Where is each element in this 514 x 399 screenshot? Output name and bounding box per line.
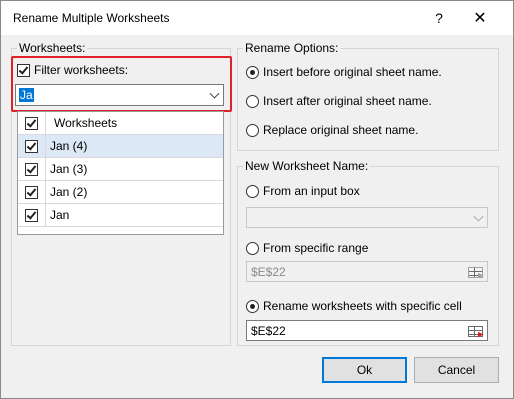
from-input-box-radio[interactable] [246, 184, 259, 198]
list-header[interactable]: Worksheets [18, 112, 223, 135]
replace-radio[interactable] [246, 123, 259, 137]
sheet-name: Jan (4) [50, 139, 88, 153]
chevron-down-icon[interactable] [209, 88, 220, 99]
replace-label: Replace original sheet name. [263, 123, 419, 137]
sheet-checkbox[interactable] [25, 208, 38, 222]
title-bar: Rename Multiple Worksheets ? ✕ [1, 1, 513, 35]
from-range-option[interactable]: From specific range [246, 241, 368, 255]
sheet-name: Jan (2) [50, 185, 88, 199]
ok-button[interactable]: Ok [322, 357, 407, 383]
specific-cell-value[interactable]: $E$22 [251, 324, 286, 338]
list-item[interactable]: Jan (4) [18, 135, 223, 158]
range-field-value: $E$22 [251, 264, 286, 279]
specific-cell-field[interactable]: $E$22 [246, 320, 488, 341]
specific-cell-radio[interactable] [246, 299, 259, 313]
help-button[interactable]: ? [431, 10, 447, 26]
range-select-icon[interactable] [465, 264, 485, 280]
sheet-checkbox[interactable] [25, 185, 38, 199]
chevron-down-icon[interactable] [473, 211, 484, 222]
insert-after-option[interactable]: Insert after original sheet name. [246, 94, 432, 108]
sheet-checkbox[interactable] [25, 139, 38, 153]
from-range-label: From specific range [263, 241, 369, 255]
cancel-button[interactable]: Cancel [414, 357, 499, 383]
list-item[interactable]: Jan (3) [18, 158, 223, 181]
filter-worksheets-option[interactable]: Filter worksheets: [17, 63, 128, 77]
replace-option[interactable]: Replace original sheet name. [246, 123, 418, 137]
rename-worksheets-dialog: Rename Multiple Worksheets ? ✕ Worksheet… [0, 0, 514, 399]
sheet-name: Jan (3) [50, 162, 88, 176]
close-button[interactable]: ✕ [471, 8, 489, 28]
worksheets-list[interactable]: Worksheets Jan (4) Jan (3) Jan (2) Jan [17, 111, 224, 235]
rename-options-group-label: Rename Options: [243, 41, 341, 55]
filter-combobox[interactable]: Ja [15, 84, 224, 106]
worksheets-group-label: Worksheets: [17, 41, 88, 55]
specific-cell-option[interactable]: Rename worksheets with specific cell [246, 299, 462, 313]
range-field[interactable]: $E$22 [246, 261, 488, 282]
filter-input-value[interactable]: Ja [19, 88, 34, 102]
from-range-radio[interactable] [246, 241, 259, 255]
insert-before-option[interactable]: Insert before original sheet name. [246, 65, 442, 79]
from-input-box-label: From an input box [263, 184, 360, 198]
insert-after-label: Insert after original sheet name. [263, 94, 432, 108]
insert-before-label: Insert before original sheet name. [263, 65, 442, 79]
select-all-checkbox[interactable] [25, 116, 38, 130]
from-input-box-option[interactable]: From an input box [246, 184, 360, 198]
sheet-name: Jan [50, 208, 70, 222]
input-box-combobox[interactable] [246, 207, 488, 228]
insert-after-radio[interactable] [246, 94, 259, 108]
sheet-checkbox[interactable] [25, 162, 38, 176]
filter-worksheets-label: Filter worksheets: [34, 63, 129, 77]
dialog-title: Rename Multiple Worksheets [13, 11, 170, 25]
list-item[interactable]: Jan (2) [18, 181, 223, 204]
list-item[interactable]: Jan [18, 204, 223, 227]
filter-worksheets-checkbox[interactable] [17, 63, 30, 77]
new-name-group-label: New Worksheet Name: [243, 159, 371, 173]
insert-before-radio[interactable] [246, 65, 259, 79]
specific-cell-label: Rename worksheets with specific cell [263, 299, 462, 313]
list-header-label: Worksheets [54, 116, 118, 130]
range-select-icon[interactable] [465, 323, 485, 339]
